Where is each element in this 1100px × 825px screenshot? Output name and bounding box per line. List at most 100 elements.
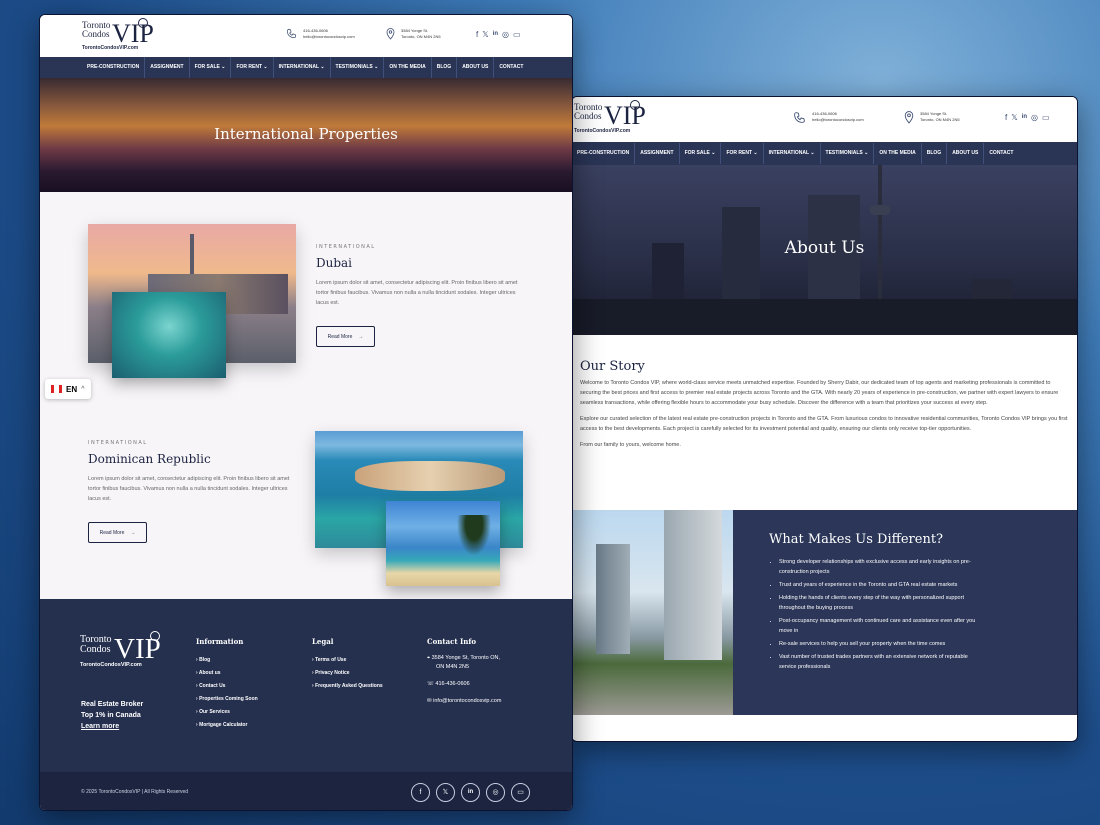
header-phone[interactable]: 416-436-0606 hello@torontocondosvip.com (286, 28, 355, 40)
facebook-icon[interactable]: f (1005, 113, 1007, 122)
footer-link-contact[interactable]: Contact Us (196, 680, 258, 693)
dubai-island-image (112, 292, 226, 378)
header-social-icons: f 𝕏 in ◎ ▭ (476, 30, 521, 39)
palm-tree-shape (454, 515, 494, 561)
footer-link-faq[interactable]: Frequently Asked Questions (312, 680, 383, 693)
nav-about-us[interactable]: ABOUT US (947, 143, 985, 164)
story-paragraph-2: Explore our curated selection of the lat… (580, 416, 1068, 432)
footer-contact: Contact Info ⌖ 3584 Yonge St, Toronto ON… (427, 637, 501, 706)
nav-international[interactable]: INTERNATIONAL ⌄ (764, 143, 821, 164)
crown-icon (630, 100, 640, 110)
learn-more-link[interactable]: Learn more (81, 721, 143, 732)
youtube-icon[interactable]: ▭ (513, 30, 521, 39)
address-line-2: Toronto, ON M4N 2N5 (920, 117, 960, 122)
nav-blog[interactable]: BLOG (432, 57, 458, 78)
footer-bottom-bar: © 2025 TorontoCondosVIP | All Rights Res… (40, 772, 572, 810)
nav-contact[interactable]: CONTACT (984, 143, 1018, 164)
footer-link-services[interactable]: Our Services (196, 706, 258, 719)
condo-towers-image (572, 510, 733, 715)
about-us-window: Toronto Condos VIP TorontoCondosVIP.com … (571, 96, 1078, 742)
phone-icon (794, 112, 805, 123)
instagram-icon[interactable]: ◎ (502, 30, 509, 39)
footer-logo[interactable]: Toronto Condos VIP TorontoCondosVIP.com (80, 631, 172, 671)
footer-information: Information Blog About us Contact Us Pro… (196, 637, 258, 732)
site-logo[interactable]: Toronto Condos VIP TorontoCondosVIP.com (574, 100, 646, 137)
dubai-description: Lorem ipsum dolor sit amet, consectetur … (316, 280, 518, 306)
footer-link-coming-soon[interactable]: Properties Coming Soon (196, 693, 258, 706)
youtube-icon[interactable]: ▭ (511, 782, 530, 802)
story-paragraph-1: Welcome to Toronto Condos VIP, where wor… (580, 380, 1059, 406)
nav-contact[interactable]: CONTACT (494, 57, 528, 78)
contact-heading: Contact Info (427, 637, 477, 646)
nav-for-rent[interactable]: FOR RENT ⌄ (721, 143, 764, 164)
tagline-broker: Real Estate Broker (81, 701, 144, 708)
language-label: EN (66, 384, 78, 394)
dominican-read-more-button[interactable]: Read More → (88, 522, 147, 543)
youtube-icon[interactable]: ▭ (1042, 113, 1050, 122)
nav-assignment[interactable]: ASSIGNMENT (635, 143, 680, 164)
nav-for-sale[interactable]: FOR SALE ⌄ (680, 143, 722, 164)
footer-link-about[interactable]: About us (196, 667, 258, 680)
facebook-icon[interactable]: f (411, 782, 430, 802)
site-logo[interactable]: Toronto Condos VIP TorontoCondosVIP.com (82, 18, 162, 53)
page-title: About Us (784, 238, 865, 258)
instagram-icon[interactable]: ◎ (486, 782, 505, 802)
coastline-shape (355, 461, 505, 491)
header-phone[interactable]: 416-436-0606 hello@torontocondosvip.com (793, 111, 864, 124)
nav-blog[interactable]: BLOG (922, 143, 948, 164)
footer-link-terms[interactable]: Terms of Use (312, 654, 383, 667)
contact-email[interactable]: info@torontocondosvip.com (433, 698, 501, 704)
arrow-right-icon: → (358, 333, 364, 340)
nav-testimonials[interactable]: TESTIMONIALS ⌄ (331, 57, 385, 78)
location-pin-icon (386, 28, 395, 40)
dubai-read-more-button[interactable]: Read More → (316, 326, 375, 347)
language-selector[interactable]: EN ^ (45, 379, 91, 399)
difference-item: Trust and years of experience in the Tor… (779, 580, 979, 590)
contact-phone[interactable]: 416-436-0606 (435, 681, 469, 687)
differences-text: What Makes Us Different? Strong develope… (733, 510, 979, 715)
difference-item: Holding the hands of clients every step … (779, 593, 979, 613)
dominican-kicker: INTERNATIONAL (88, 440, 148, 446)
linkedin-icon[interactable]: in (1022, 113, 1027, 122)
nav-testimonials[interactable]: TESTIMONIALS ⌄ (821, 143, 875, 164)
header-email: hello@torontocondosvip.com (812, 117, 864, 122)
chevron-up-icon: ^ (81, 386, 85, 392)
nav-about-us[interactable]: ABOUT US (457, 57, 495, 78)
footer-link-blog[interactable]: Blog (196, 654, 258, 667)
difference-item: Strong developer relationships with excl… (779, 557, 979, 577)
main-nav: PRE-CONSTRUCTION ASSIGNMENT FOR SALE ⌄ F… (572, 142, 1077, 165)
nav-on-the-media[interactable]: ON THE MEDIA (384, 57, 432, 78)
phone-icon (287, 29, 296, 38)
contact-address-1: 3584 Yonge St, Toronto ON, (431, 655, 501, 661)
difference-item: Vast number of trusted trades partners w… (779, 652, 979, 672)
difference-item: Post-occupancy management with continued… (779, 616, 979, 636)
linkedin-icon[interactable]: in (493, 30, 498, 39)
nav-international[interactable]: INTERNATIONAL ⌄ (274, 57, 331, 78)
site-footer: Toronto Condos VIP TorontoCondosVIP.com … (40, 599, 572, 772)
nav-assignment[interactable]: ASSIGNMENT (145, 57, 190, 78)
footer-legal: Legal Terms of Use Privacy Notice Freque… (312, 637, 383, 693)
site-header: Toronto Condos VIP TorontoCondosVIP.com … (572, 97, 1077, 142)
header-address[interactable]: 3584 Yonge St. Toronto, ON M4N 2N5 (904, 111, 960, 124)
facebook-icon[interactable]: f (476, 30, 478, 39)
nav-for-rent[interactable]: FOR RENT ⌄ (231, 57, 274, 78)
header-address[interactable]: 3584 Yonge St. Toronto, ON M4N 2N5 (386, 28, 441, 40)
x-icon[interactable]: 𝕏 (436, 782, 455, 802)
dubai-kicker: INTERNATIONAL (316, 244, 376, 250)
x-icon[interactable]: 𝕏 (482, 30, 488, 39)
linkedin-icon[interactable]: in (461, 782, 480, 802)
our-story-section: Our Story Welcome to Toronto Condos VIP,… (572, 335, 1077, 510)
hero-banner: About Us (572, 165, 1077, 335)
footer-link-privacy[interactable]: Privacy Notice (312, 667, 383, 680)
nav-pre-construction[interactable]: PRE-CONSTRUCTION (82, 57, 146, 78)
nav-on-the-media[interactable]: ON THE MEDIA (874, 143, 922, 164)
nav-for-sale[interactable]: FOR SALE ⌄ (190, 57, 232, 78)
instagram-icon[interactable]: ◎ (1031, 113, 1038, 122)
footer-tagline: Real Estate Broker Top 1% in Canada Lear… (81, 699, 143, 732)
footer-link-mortgage[interactable]: Mortgage Calculator (196, 719, 258, 732)
nav-pre-construction[interactable]: PRE-CONSTRUCTION (572, 143, 636, 164)
tower-shape (664, 510, 722, 660)
dubai-title: Dubai (316, 256, 353, 270)
information-heading: Information (196, 637, 244, 646)
x-icon[interactable]: 𝕏 (1011, 113, 1017, 122)
